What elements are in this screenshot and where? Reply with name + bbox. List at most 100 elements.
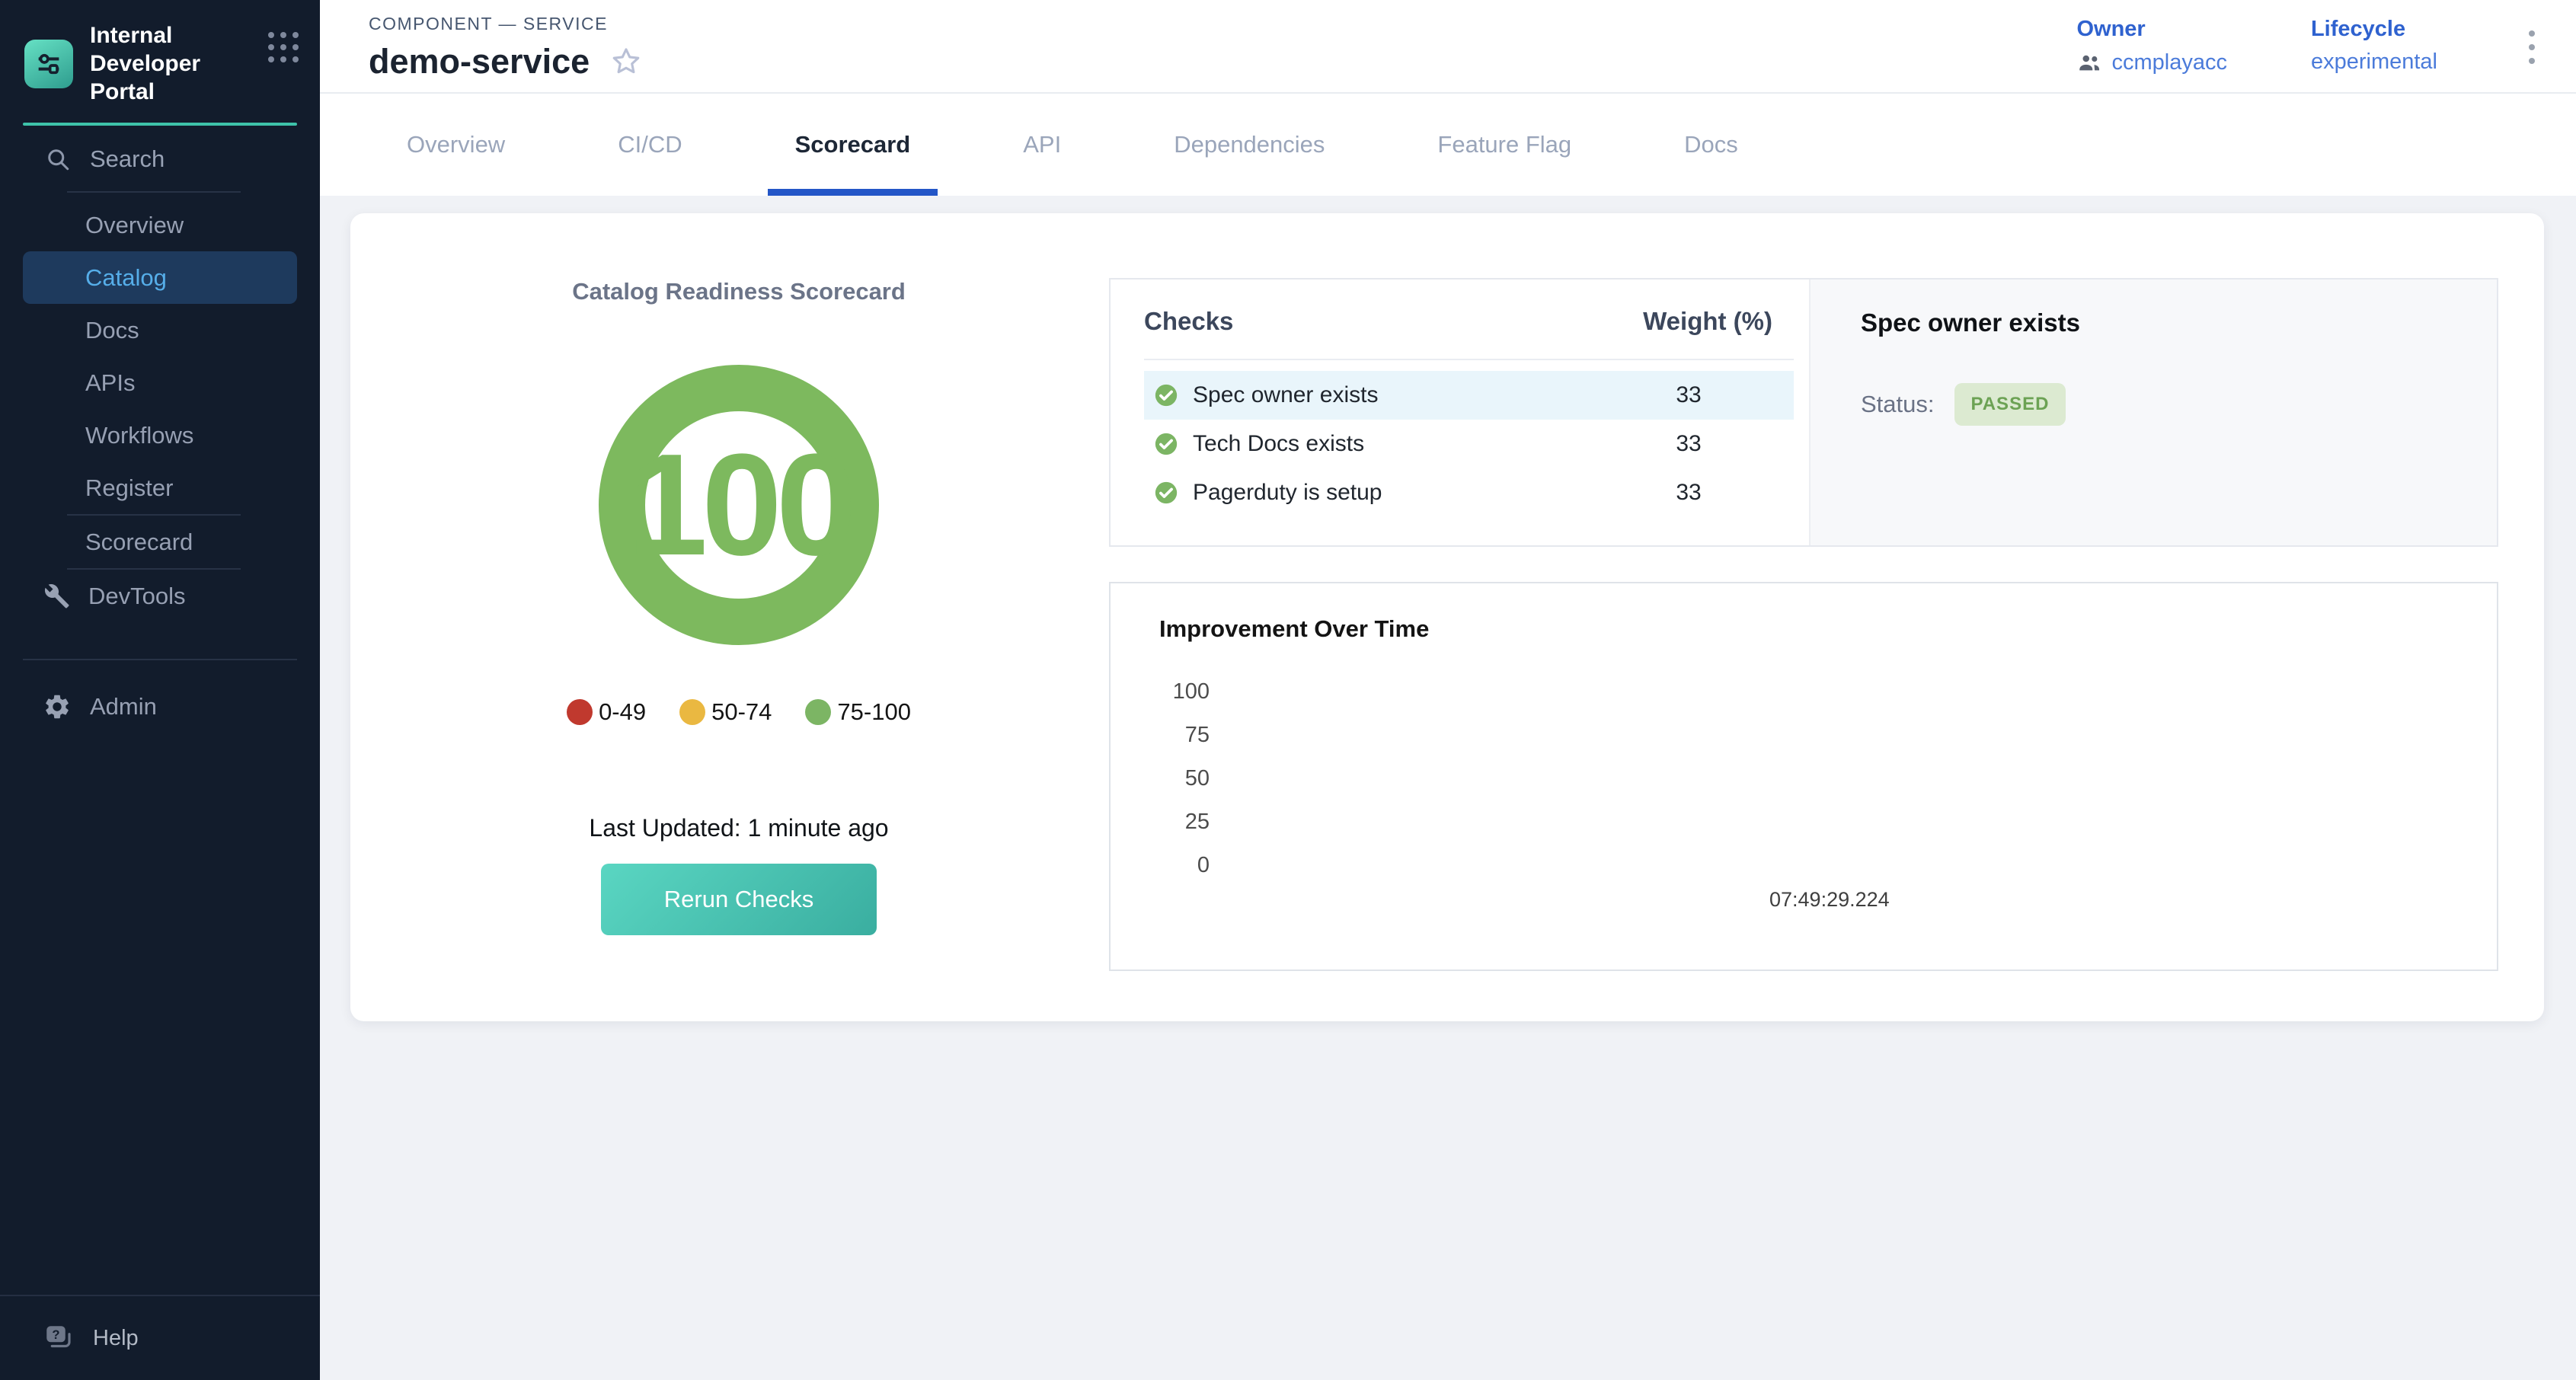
checks-panel: Checks Weight (%) Spec owner exists 33 (1109, 278, 2498, 547)
sidebar: Internal Developer Portal Search Overvie… (0, 0, 320, 1380)
tab-overview[interactable]: Overview (379, 94, 532, 196)
legend-label: 75-100 (837, 698, 911, 726)
tab-label: Dependencies (1174, 131, 1325, 158)
lifecycle-value-text: experimental (2311, 50, 2437, 75)
owner-value-text: ccmplayacc (2111, 50, 2227, 75)
search-icon (44, 145, 72, 173)
check-passed-icon (1153, 382, 1179, 408)
sidebar-item-register[interactable]: Register (0, 462, 320, 514)
y-tick: 100 (1159, 670, 1210, 714)
status-label: Status: (1861, 391, 1935, 418)
checks-header-divider (1144, 359, 1794, 360)
sidebar-item-label: APIs (85, 369, 135, 397)
check-detail-panel: Spec owner exists Status: PASSED (1809, 280, 2497, 545)
sidebar-item-label: Workflows (85, 422, 193, 449)
owner-label: Owner (2076, 17, 2227, 42)
tab-dependencies[interactable]: Dependencies (1146, 94, 1352, 196)
apps-grid-icon[interactable] (268, 32, 299, 62)
sidebar-item-label: Overview (85, 212, 184, 239)
checks-column: Checks Weight (%) Spec owner exists 33 (1109, 278, 2498, 971)
sidebar-search[interactable]: Search (0, 126, 320, 191)
tab-cicd[interactable]: CI/CD (590, 94, 709, 196)
legend-dot-amber (679, 699, 705, 725)
check-weight: 33 (1605, 382, 1772, 408)
check-detail-title: Spec owner exists (1861, 308, 2447, 337)
y-tick: 25 (1159, 800, 1210, 844)
tab-docs[interactable]: Docs (1657, 94, 1766, 196)
entity-header-right: Owner ccmplayacc Lifecycle experimental (2076, 0, 2542, 92)
breadcrumb: COMPONENT — SERVICE (369, 14, 643, 34)
scorecard-card: Catalog Readiness Scorecard 100 0-49 50-… (350, 213, 2544, 1021)
tab-label: Overview (407, 131, 505, 158)
sidebar-divider (23, 659, 297, 660)
weight-column-header: Weight (%) (1605, 307, 1772, 336)
wrench-icon (43, 583, 70, 610)
check-passed-icon (1153, 480, 1179, 506)
legend-item-low: 0-49 (567, 698, 646, 726)
gauge-title: Catalog Readiness Scorecard (572, 278, 906, 305)
favorite-star-icon[interactable] (609, 45, 643, 78)
people-icon (2076, 50, 2102, 75)
sidebar-item-help[interactable]: ? Help (0, 1295, 320, 1380)
checks-table-header: Checks Weight (%) (1144, 307, 1794, 336)
sidebar-item-scorecard[interactable]: Scorecard (0, 516, 320, 568)
sidebar-item-overview[interactable]: Overview (0, 199, 320, 251)
check-name: Spec owner exists (1193, 382, 1378, 408)
tab-label: Feature Flag (1437, 131, 1571, 158)
sidebar-item-apis[interactable]: APIs (0, 356, 320, 409)
main-area: COMPONENT — SERVICE demo-service Owner (320, 0, 2576, 1380)
lifecycle-value: experimental (2311, 50, 2437, 75)
check-weight: 33 (1605, 431, 1772, 457)
owner-block: Owner ccmplayacc (2076, 17, 2227, 75)
sidebar-item-label: Docs (85, 317, 139, 344)
scorecard-content: Catalog Readiness Scorecard 100 0-49 50-… (320, 196, 2576, 1380)
check-name: Pagerduty is setup (1193, 480, 1382, 506)
sidebar-item-catalog[interactable]: Catalog (23, 251, 297, 304)
sliders-logo-icon (34, 49, 64, 79)
legend-item-mid: 50-74 (679, 698, 772, 726)
check-row-pagerduty[interactable]: Pagerduty is setup 33 (1144, 468, 1794, 517)
entity-tabs: Overview CI/CD Scorecard API Dependencie… (320, 94, 2576, 196)
page-title: demo-service (369, 42, 590, 81)
sidebar-search-label: Search (90, 145, 165, 173)
legend-dot-green (805, 699, 831, 725)
sidebar-item-docs[interactable]: Docs (0, 304, 320, 356)
chart-y-axis: 100 75 50 25 0 (1159, 670, 1210, 887)
app-logo (24, 40, 73, 88)
rerun-checks-button[interactable]: Rerun Checks (601, 864, 877, 935)
sidebar-item-admin[interactable]: Admin (0, 680, 320, 733)
sidebar-header: Internal Developer Portal (0, 0, 320, 123)
lifecycle-label: Lifecycle (2311, 17, 2437, 42)
tab-label: API (1023, 131, 1061, 158)
tab-feature-flag[interactable]: Feature Flag (1410, 94, 1599, 196)
tab-api[interactable]: API (996, 94, 1088, 196)
sidebar-nav: Overview Catalog Docs APIs Workflows Reg… (0, 193, 320, 622)
y-tick: 75 (1159, 714, 1210, 757)
entity-header-left: COMPONENT — SERVICE demo-service (369, 0, 643, 92)
legend-item-high: 75-100 (805, 698, 911, 726)
tab-scorecard[interactable]: Scorecard (768, 94, 938, 196)
check-weight: 33 (1605, 480, 1772, 506)
sidebar-item-devtools[interactable]: DevTools (0, 570, 320, 622)
score-value: 100 (628, 422, 851, 588)
last-updated-text: Last Updated: 1 minute ago (589, 814, 888, 842)
chart-title: Improvement Over Time (1159, 615, 2497, 643)
check-row-tech-docs[interactable]: Tech Docs exists 33 (1144, 420, 1794, 468)
gauge-column: Catalog Readiness Scorecard 100 0-49 50-… (396, 278, 1082, 971)
owner-value[interactable]: ccmplayacc (2076, 50, 2227, 75)
help-chat-icon: ? (43, 1322, 75, 1354)
check-passed-icon (1153, 431, 1179, 457)
tab-label: Scorecard (795, 131, 911, 158)
tab-label: CI/CD (618, 131, 682, 158)
more-options-icon[interactable] (2521, 26, 2542, 69)
y-tick: 0 (1159, 844, 1210, 887)
score-gauge: 100 (599, 365, 879, 645)
check-row-spec-owner[interactable]: Spec owner exists 33 (1144, 371, 1794, 420)
sidebar-item-label: Help (93, 1326, 139, 1351)
app-title: Internal Developer Portal (90, 21, 251, 106)
gear-icon (43, 692, 72, 721)
check-name: Tech Docs exists (1193, 431, 1364, 457)
sidebar-item-workflows[interactable]: Workflows (0, 409, 320, 462)
improvement-chart-panel: Improvement Over Time 100 75 50 25 0 07:… (1109, 582, 2498, 971)
tab-label: Docs (1684, 131, 1738, 158)
